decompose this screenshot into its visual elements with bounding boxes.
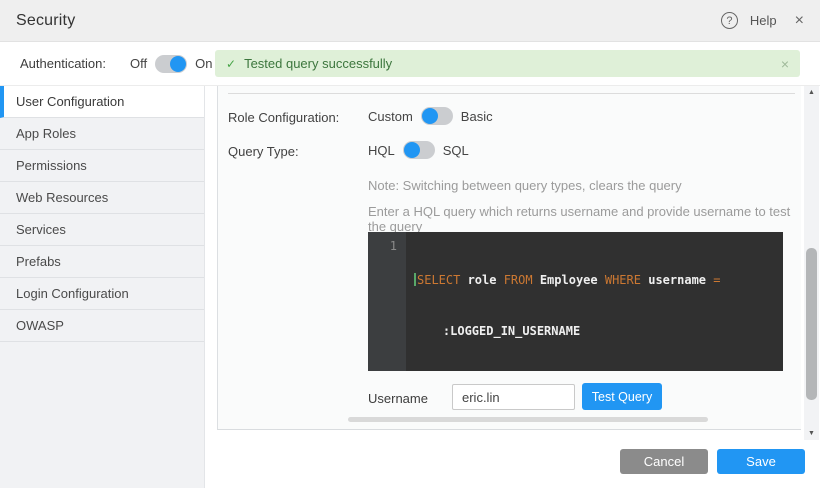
code-line-2: :LOGGED_IN_USERNAME <box>414 323 775 340</box>
sidebar-item-prefabs[interactable]: Prefabs <box>0 246 204 278</box>
sidebar-item-label: Login Configuration <box>16 286 129 301</box>
vertical-scrollbar-thumb[interactable] <box>806 248 817 400</box>
toggle-knob <box>170 56 186 72</box>
save-button[interactable]: Save <box>717 449 805 474</box>
toggle-knob <box>404 142 420 158</box>
role-configuration-toggle[interactable] <box>421 107 453 125</box>
code-token: = <box>713 273 720 287</box>
test-query-button[interactable]: Test Query <box>582 383 662 410</box>
close-icon[interactable]: × <box>795 13 804 29</box>
editor-caret <box>414 273 416 286</box>
code-token: WHERE <box>605 273 648 287</box>
scroll-up-icon[interactable]: ▲ <box>804 89 819 96</box>
header: Security ? Help × <box>0 0 820 42</box>
user-configuration-panel: Role Configuration: Custom Basic Query T… <box>217 86 801 430</box>
sidebar-item-label: App Roles <box>16 126 76 141</box>
banner-dismiss-icon[interactable]: × <box>781 56 789 72</box>
help-icon[interactable]: ? <box>721 12 738 29</box>
sidebar-item-label: Permissions <box>16 158 87 173</box>
hql-option-label: HQL <box>368 143 395 158</box>
query-hint: Enter a HQL query which returns username… <box>368 204 801 234</box>
sql-option-label: SQL <box>443 143 469 158</box>
sidebar-item-label: OWASP <box>16 318 64 333</box>
help-link[interactable]: Help <box>750 13 777 28</box>
vertical-scrollbar[interactable]: ▲ ▼ <box>804 86 819 440</box>
custom-option-label: Custom <box>368 109 413 124</box>
divider <box>228 93 795 94</box>
authentication-off-label: Off <box>130 56 147 71</box>
toolbar: Authentication: Off On ✓ Tested query su… <box>0 42 820 86</box>
query-code-editor[interactable]: 1 SELECT role FROM Employee WHERE userna… <box>368 232 783 371</box>
code-token: SELECT <box>417 273 468 287</box>
sidebar-item-owasp[interactable]: OWASP <box>0 310 204 342</box>
horizontal-scrollbar-thumb[interactable] <box>348 417 708 422</box>
code-token: role <box>468 273 504 287</box>
basic-option-label: Basic <box>461 109 493 124</box>
query-type-toggle[interactable] <box>403 141 435 159</box>
role-configuration-control: Custom Basic <box>368 102 493 130</box>
sidebar-item-permissions[interactable]: Permissions <box>0 150 204 182</box>
code-token: FROM <box>504 273 540 287</box>
sidebar-item-user-configuration[interactable]: User Configuration <box>0 86 204 118</box>
code-token: Employee <box>540 273 605 287</box>
authentication-on-label: On <box>195 56 212 71</box>
username-label: Username <box>368 391 428 406</box>
query-type-note: Note: Switching between query types, cle… <box>368 178 682 193</box>
sidebar-item-label: Prefabs <box>16 254 61 269</box>
scroll-down-icon[interactable]: ▼ <box>804 430 819 437</box>
header-actions: ? Help × <box>721 12 804 29</box>
sidebar-item-label: Web Resources <box>16 190 108 205</box>
sidebar-item-app-roles[interactable]: App Roles <box>0 118 204 150</box>
sidebar: User Configuration App Roles Permissions… <box>0 86 205 488</box>
editor-gutter: 1 <box>368 232 406 371</box>
query-type-control: HQL SQL <box>368 136 469 164</box>
success-banner: ✓ Tested query successfully × <box>215 50 800 77</box>
code-line-1: SELECT role FROM Employee WHERE username… <box>414 272 775 289</box>
sidebar-item-login-configuration[interactable]: Login Configuration <box>0 278 204 310</box>
code-token: username <box>648 273 713 287</box>
sidebar-item-web-resources[interactable]: Web Resources <box>0 182 204 214</box>
line-number: 1 <box>390 239 397 253</box>
check-icon: ✓ <box>226 57 236 71</box>
role-configuration-label: Role Configuration: <box>228 110 339 125</box>
page-title: Security <box>16 12 75 30</box>
toggle-knob <box>422 108 438 124</box>
banner-message: Tested query successfully <box>244 56 392 71</box>
sidebar-item-label: User Configuration <box>16 94 124 109</box>
sidebar-item-label: Services <box>16 222 66 237</box>
authentication-toggle[interactable] <box>155 55 187 73</box>
query-type-label: Query Type: <box>228 144 299 159</box>
authentication-label: Authentication: <box>20 56 106 71</box>
editor-code: SELECT role FROM Employee WHERE username… <box>406 232 783 371</box>
username-input[interactable] <box>452 384 575 410</box>
sidebar-item-services[interactable]: Services <box>0 214 204 246</box>
cancel-button[interactable]: Cancel <box>620 449 708 474</box>
